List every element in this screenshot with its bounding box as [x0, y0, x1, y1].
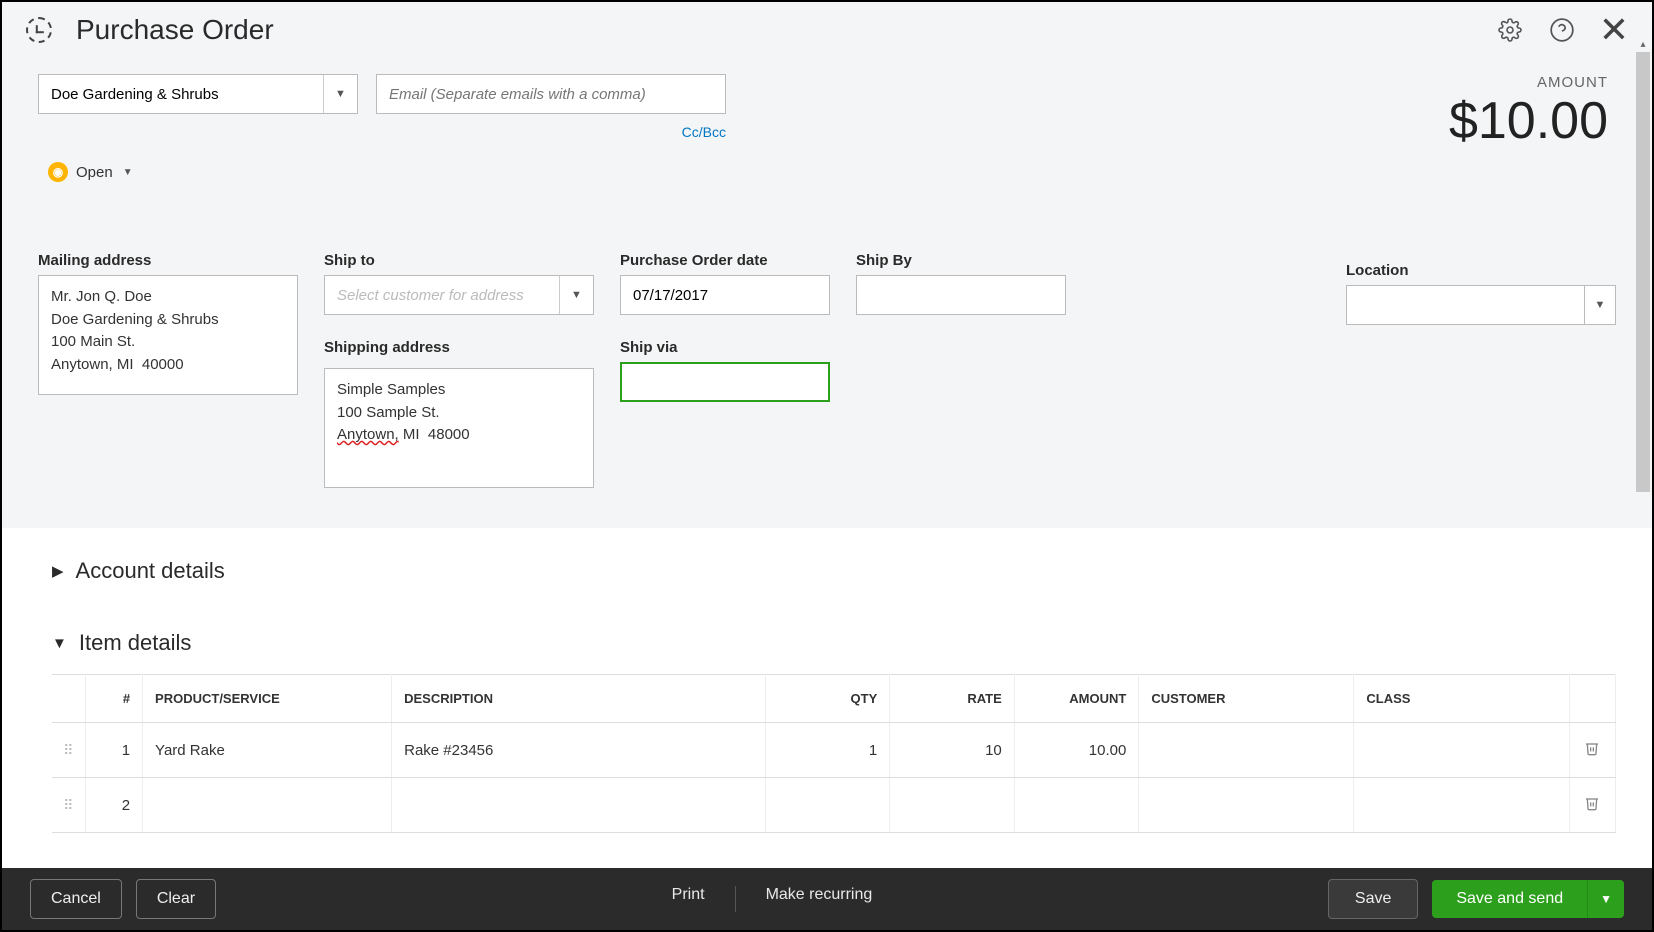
print-link[interactable]: Print [672, 886, 705, 912]
cell-description[interactable]: Rake #23456 [392, 723, 766, 778]
shipping-line1: Simple Samples [337, 379, 581, 402]
col-class: CLASS [1354, 675, 1569, 723]
cell-amount[interactable] [1014, 778, 1139, 833]
cell-qty[interactable] [765, 778, 890, 833]
cell-rate[interactable] [890, 778, 1015, 833]
col-customer: CUSTOMER [1139, 675, 1354, 723]
delete-row-button[interactable] [1569, 723, 1616, 778]
amount-label: AMOUNT [1449, 74, 1608, 91]
items-table: # PRODUCT/SERVICE DESCRIPTION QTY RATE A… [52, 674, 1616, 833]
page-title: Purchase Order [76, 14, 274, 46]
item-details-toggle[interactable]: Item details [52, 630, 1616, 656]
form-upper-panel: ▼ Cc/Bcc ◉ Open ▼ AMOUNT $10.00 [2, 54, 1652, 528]
status-dropdown[interactable]: ◉ Open ▼ [38, 162, 133, 182]
ship-by-input[interactable] [856, 275, 1066, 315]
cell-customer[interactable] [1139, 778, 1354, 833]
email-input[interactable] [376, 74, 726, 114]
delete-row-button[interactable] [1569, 778, 1616, 833]
scrollbar-up-icon[interactable]: ▴ [1636, 37, 1650, 51]
col-delete [1569, 675, 1616, 723]
col-number: # [86, 675, 143, 723]
history-icon[interactable] [26, 17, 52, 43]
close-icon[interactable]: ✕ [1600, 16, 1628, 44]
col-description: DESCRIPTION [392, 675, 766, 723]
cell-product[interactable]: Yard Rake [143, 723, 392, 778]
drag-handle-icon[interactable]: ⠿ [63, 742, 74, 758]
account-details-label: Account details [76, 558, 225, 584]
chevron-right-icon [52, 562, 64, 580]
ship-by-label: Ship By [856, 252, 1066, 269]
status-badge-icon: ◉ [48, 162, 68, 182]
col-qty: QTY [765, 675, 890, 723]
cell-num[interactable]: 1 [86, 723, 143, 778]
shipping-line2: 100 Sample St. [337, 402, 581, 425]
location-input[interactable] [1346, 285, 1584, 325]
col-amount: AMOUNT [1014, 675, 1139, 723]
cell-customer[interactable] [1139, 723, 1354, 778]
status-text: Open [76, 164, 113, 181]
ship-to-caret[interactable]: ▼ [559, 276, 593, 314]
status-caret-icon: ▼ [123, 167, 133, 178]
cell-qty[interactable]: 1 [765, 723, 890, 778]
mailing-address-input[interactable]: Mr. Jon Q. Doe Doe Gardening & Shrubs 10… [38, 275, 298, 395]
amount-value: $10.00 [1449, 91, 1608, 151]
location-select[interactable]: ▼ [1346, 285, 1616, 325]
cell-amount[interactable]: 10.00 [1014, 723, 1139, 778]
po-date-label: Purchase Order date [620, 252, 830, 269]
shipping-address-input[interactable]: Simple Samples 100 Sample St. Anytown, M… [324, 368, 594, 488]
location-caret[interactable]: ▼ [1584, 285, 1616, 325]
cell-class[interactable] [1354, 778, 1569, 833]
shipping-city: Anytown, [337, 426, 399, 443]
cell-num[interactable]: 2 [86, 778, 143, 833]
mailing-address-label: Mailing address [38, 252, 298, 269]
chevron-down-icon [52, 635, 67, 652]
cell-class[interactable] [1354, 723, 1569, 778]
ship-via-label: Ship via [620, 339, 830, 356]
save-and-send-caret[interactable]: ▼ [1587, 880, 1624, 918]
footer-bar: Cancel Clear Print Make recurring Save S… [2, 868, 1652, 930]
header-bar: Purchase Order ✕ [2, 2, 1652, 54]
item-details-label: Item details [79, 630, 192, 656]
cell-rate[interactable]: 10 [890, 723, 1015, 778]
col-rate: RATE [890, 675, 1015, 723]
table-row[interactable]: ⠿ 2 [52, 778, 1616, 833]
cell-product[interactable] [143, 778, 392, 833]
ship-to-label: Ship to [324, 252, 594, 269]
ship-via-input[interactable] [620, 362, 830, 402]
shipping-state: MI [403, 426, 420, 443]
account-details-toggle[interactable]: Account details [52, 558, 1616, 584]
gear-icon[interactable] [1496, 16, 1524, 44]
save-button[interactable]: Save [1328, 879, 1418, 919]
shipping-zip: 48000 [428, 426, 470, 443]
clear-button[interactable]: Clear [136, 879, 216, 919]
vendor-dropdown-caret[interactable]: ▼ [323, 75, 357, 113]
location-label: Location [1346, 262, 1616, 279]
save-and-send-button[interactable]: Save and send [1432, 880, 1587, 918]
scrollbar[interactable] [1636, 52, 1650, 492]
cell-description[interactable] [392, 778, 766, 833]
vendor-select[interactable]: ▼ [38, 74, 358, 114]
ship-to-input[interactable] [325, 276, 559, 314]
drag-handle-icon[interactable]: ⠿ [63, 797, 74, 813]
make-recurring-link[interactable]: Make recurring [766, 886, 873, 912]
ship-to-select[interactable]: ▼ [324, 275, 594, 315]
vendor-input[interactable] [39, 75, 323, 113]
col-drag [52, 675, 86, 723]
help-icon[interactable] [1548, 16, 1576, 44]
cc-bcc-link[interactable]: Cc/Bcc [682, 124, 726, 140]
shipping-address-label: Shipping address [324, 339, 594, 356]
po-date-input[interactable] [620, 275, 830, 315]
col-product: PRODUCT/SERVICE [143, 675, 392, 723]
footer-divider [735, 886, 736, 912]
table-row[interactable]: ⠿ 1 Yard Rake Rake #23456 1 10 10.00 [52, 723, 1616, 778]
cancel-button[interactable]: Cancel [30, 879, 122, 919]
